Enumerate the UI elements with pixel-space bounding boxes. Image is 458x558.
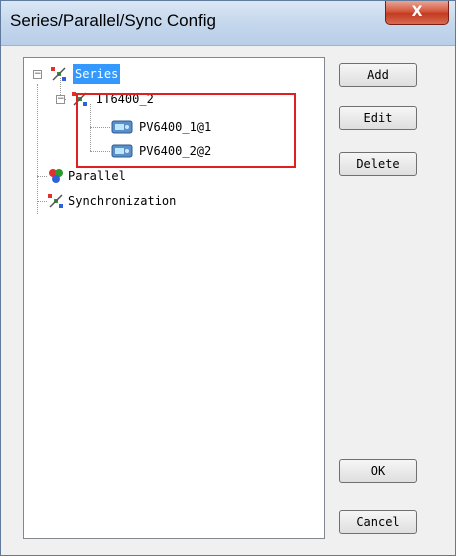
- tree-label-sync[interactable]: Synchronization: [68, 191, 176, 211]
- config-tree[interactable]: − Series − IT6400_2 PV6400_1@1 PV6400_2@…: [23, 57, 325, 539]
- cancel-button[interactable]: Cancel: [339, 510, 417, 534]
- tree-label-parallel[interactable]: Parallel: [68, 166, 126, 186]
- ok-button[interactable]: OK: [339, 459, 417, 483]
- series-icon: [51, 67, 66, 81]
- parallel-icon: [49, 169, 63, 183]
- close-icon: X: [411, 4, 423, 20]
- tree-node-sync[interactable]: Synchronization: [24, 191, 324, 211]
- sync-icon: [48, 194, 63, 208]
- highlight-box: [76, 93, 296, 168]
- add-button[interactable]: Add: [339, 63, 417, 87]
- dialog-body: − Series − IT6400_2 PV6400_1@1 PV6400_2@…: [9, 46, 447, 547]
- collapse-icon[interactable]: −: [33, 70, 42, 79]
- edit-button[interactable]: Edit: [339, 106, 417, 130]
- config-dialog: Series/Parallel/Sync Config X − Series −…: [0, 0, 456, 556]
- tree-node-parallel[interactable]: Parallel: [24, 166, 324, 186]
- title-bar[interactable]: Series/Parallel/Sync Config X: [1, 1, 455, 46]
- tree-node-series[interactable]: − Series: [24, 64, 324, 84]
- close-button[interactable]: X: [385, 1, 449, 25]
- delete-button[interactable]: Delete: [339, 152, 417, 176]
- window-title: Series/Parallel/Sync Config: [10, 11, 216, 30]
- tree-label-series[interactable]: Series: [73, 64, 121, 84]
- collapse-icon[interactable]: −: [56, 95, 65, 104]
